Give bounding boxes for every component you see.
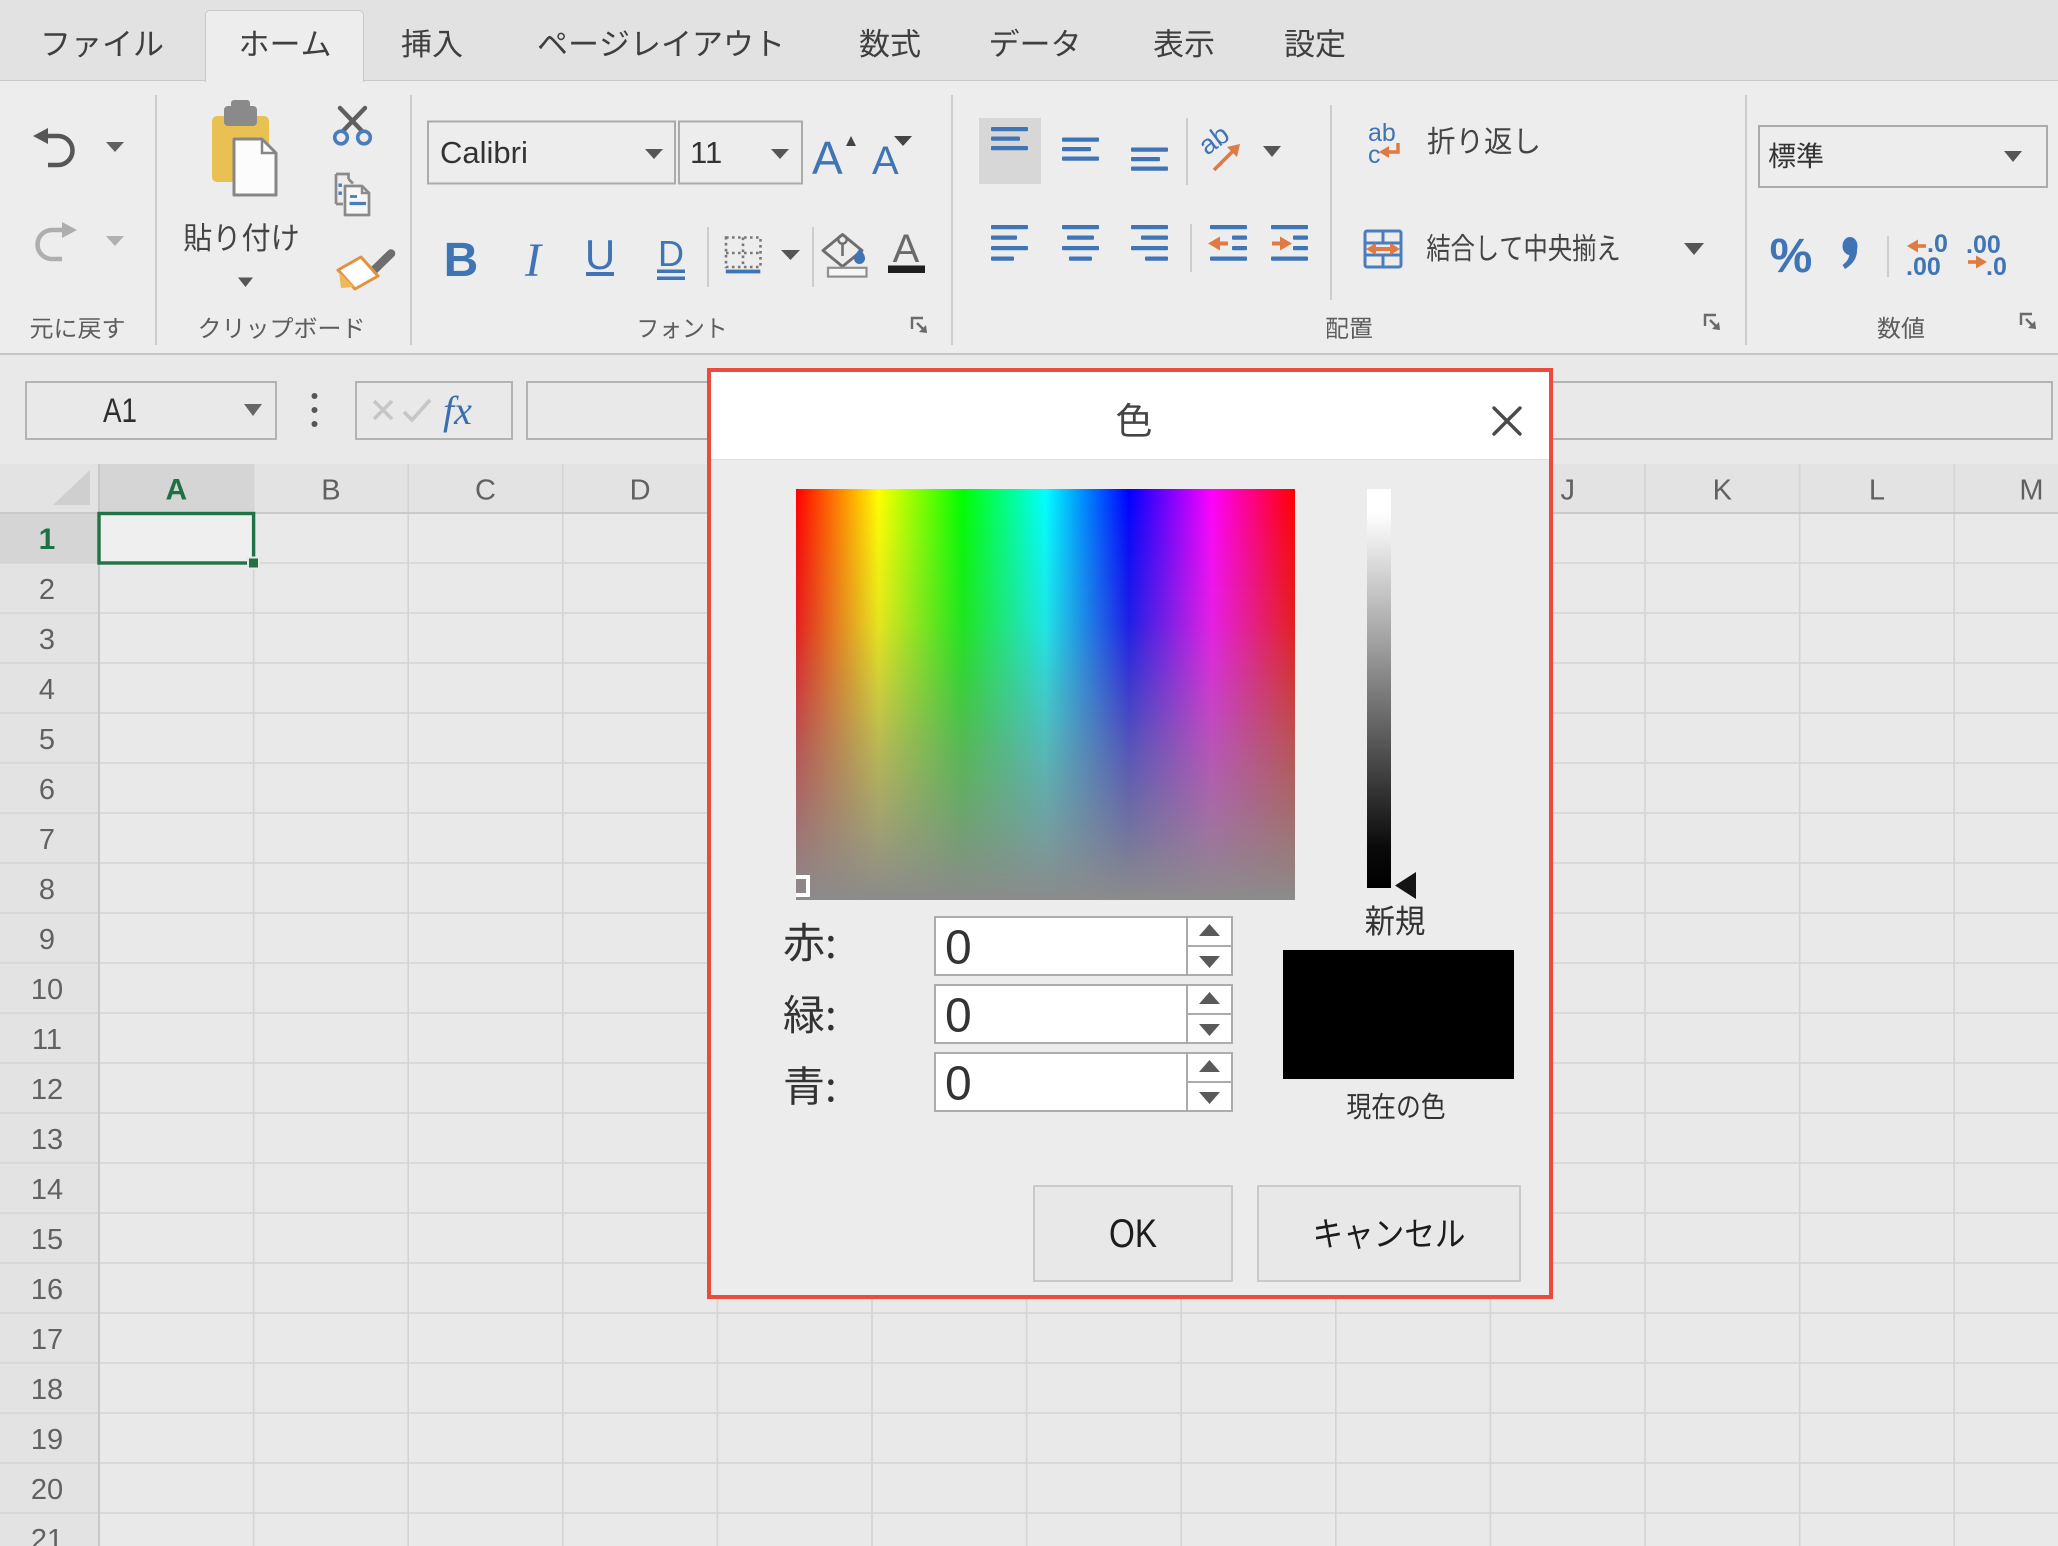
svg-text:M: M: [2019, 475, 2043, 507]
svg-text:17: 17: [31, 1324, 63, 1356]
svg-text:9: 9: [39, 924, 55, 956]
svg-text:K: K: [1713, 475, 1733, 507]
svg-text:3: 3: [39, 624, 55, 656]
svg-text:19: 19: [31, 1424, 63, 1456]
svg-text:10: 10: [31, 974, 63, 1006]
svg-text:0: 0: [945, 1058, 972, 1111]
svg-text:J: J: [1560, 475, 1575, 507]
svg-text:A: A: [165, 474, 187, 507]
svg-text:7: 7: [39, 824, 55, 856]
svg-text:C: C: [475, 475, 496, 507]
svg-text:1: 1: [39, 523, 56, 556]
svg-text:15: 15: [31, 1224, 63, 1256]
svg-text:B: B: [321, 475, 340, 507]
svg-text:5: 5: [39, 724, 55, 756]
svg-text:2: 2: [39, 574, 55, 606]
svg-text:16: 16: [31, 1274, 63, 1306]
svg-text:OK: OK: [1109, 1212, 1157, 1256]
svg-text:0: 0: [945, 990, 972, 1043]
svg-text:14: 14: [31, 1174, 63, 1206]
svg-text:D: D: [630, 475, 651, 507]
svg-text:4: 4: [39, 674, 55, 706]
svg-text:21: 21: [31, 1524, 63, 1546]
svg-text:L: L: [1869, 475, 1885, 507]
svg-text:8: 8: [39, 874, 55, 906]
svg-text:0: 0: [945, 922, 972, 975]
svg-text:13: 13: [31, 1124, 63, 1156]
svg-text:11: 11: [32, 1024, 62, 1056]
svg-text:12: 12: [31, 1074, 63, 1106]
svg-text:6: 6: [39, 774, 55, 806]
svg-text:18: 18: [31, 1374, 63, 1406]
svg-text:20: 20: [31, 1474, 63, 1506]
